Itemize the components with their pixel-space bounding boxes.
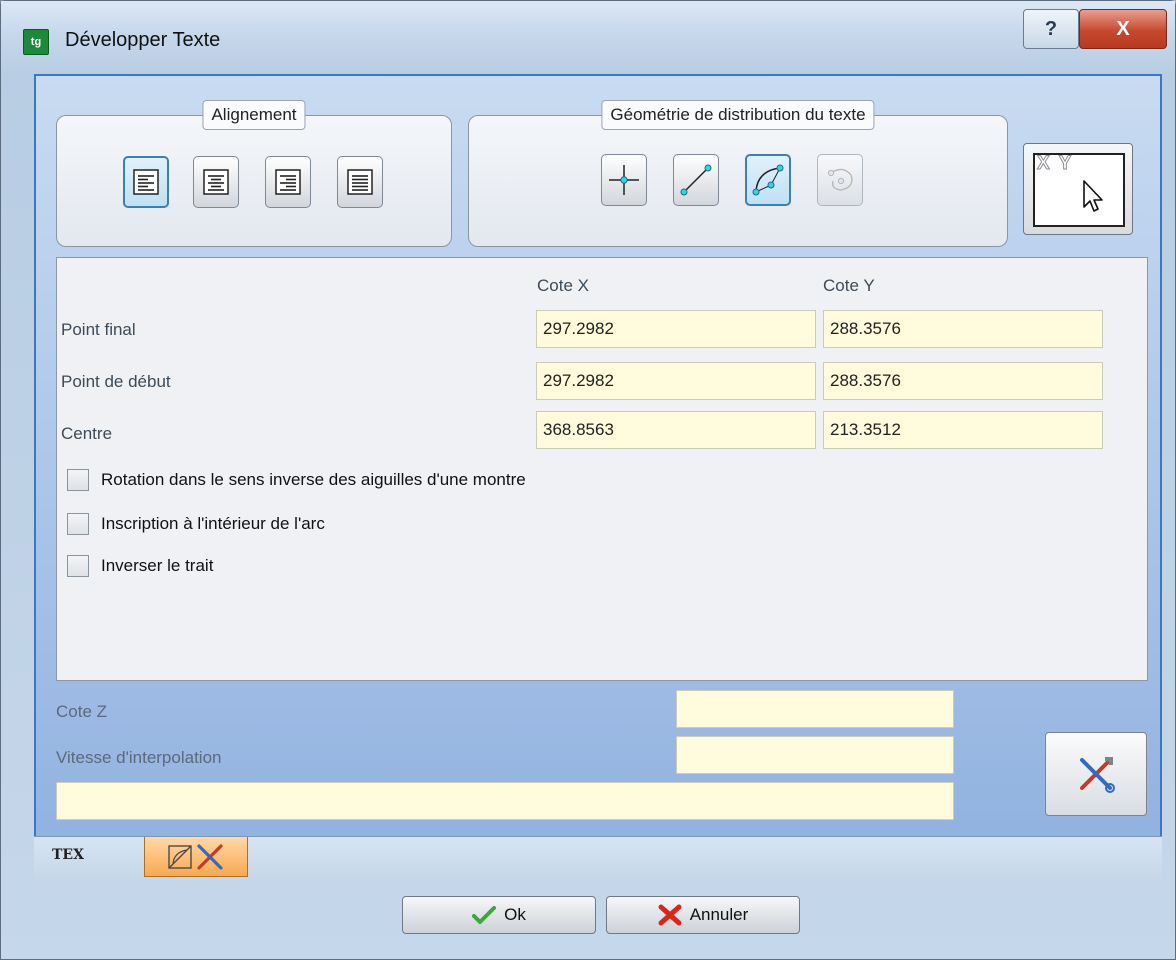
circle-path-icon [827, 168, 853, 191]
dialog-window: tg Développer Texte ? X Alignement Géomé… [0, 0, 1176, 960]
counterclockwise-checkbox[interactable] [67, 469, 89, 491]
align-justify-icon [347, 169, 373, 195]
geometry-point-button[interactable] [601, 154, 647, 206]
line-segment-icon [680, 164, 712, 196]
geometry-group: Géométrie de distribution du texte [468, 100, 1008, 247]
ok-label: Ok [504, 905, 526, 924]
cancel-button[interactable]: Annuler [606, 896, 800, 934]
app-icon: tg [23, 29, 49, 55]
align-right-button[interactable] [265, 156, 311, 208]
title-bar: tg Développer Texte ? X [1, 1, 1175, 75]
interpolation-speed-field[interactable] [676, 736, 954, 774]
mouse-pointer-icon [1083, 180, 1103, 212]
invert-stroke-label: Inverser le trait [101, 556, 214, 575]
tab-tools[interactable] [144, 837, 248, 877]
point-final-x-field[interactable]: 297.2982 [536, 310, 816, 348]
counterclockwise-label: Rotation dans le sens inverse des aiguil… [101, 470, 526, 489]
inside-arc-label: Inscription à l'intérieur de l'arc [101, 514, 325, 533]
align-left-icon [133, 169, 159, 195]
centre-x-field[interactable]: 368.8563 [536, 411, 816, 449]
geometry-line-button[interactable] [673, 154, 719, 206]
geometry-group-title: Géométrie de distribution du texte [601, 100, 875, 130]
tools-button[interactable] [1045, 732, 1147, 816]
tab-bar: TEX [34, 836, 1162, 882]
cancel-label: Annuler [689, 905, 749, 924]
pick-coordinates-button[interactable]: X Y [1023, 143, 1133, 235]
centre-y-field[interactable]: 213.3512 [823, 411, 1103, 449]
align-right-icon [275, 169, 301, 195]
cote-z-label: Cote Z [56, 702, 108, 721]
cote-z-field[interactable] [676, 690, 954, 728]
cancel-x-icon [658, 904, 682, 926]
checkmark-icon [472, 906, 497, 924]
crosshair-point-icon [609, 165, 639, 195]
coordinates-panel: Cote X Cote Y Point final 297.2982 288.3… [56, 257, 1148, 681]
point-debut-x-field[interactable]: 297.2982 [536, 362, 816, 400]
align-center-button[interactable] [193, 156, 239, 208]
align-left-button[interactable] [123, 156, 169, 208]
header-cote-y: Cote Y [823, 276, 875, 295]
extra-field[interactable] [56, 782, 954, 820]
invert-stroke-checkbox[interactable] [67, 555, 89, 577]
align-justify-button[interactable] [337, 156, 383, 208]
tab-text-tex[interactable]: TEX [52, 847, 84, 863]
geometry-tools-icon [168, 843, 223, 870]
point-debut-y-field[interactable]: 288.3576 [823, 362, 1103, 400]
alignment-group: Alignement [56, 100, 452, 247]
point-debut-label: Point de début [61, 372, 171, 391]
window-title: Développer Texte [65, 29, 221, 51]
alignment-group-title: Alignement [202, 100, 306, 130]
dialog-content: Alignement Géométrie de distribution du … [34, 74, 1162, 882]
inside-arc-checkbox[interactable] [67, 513, 89, 535]
tools-icon [1080, 757, 1115, 793]
centre-label: Centre [61, 424, 113, 443]
arc-icon [752, 164, 784, 196]
xy-label: X Y [1036, 153, 1074, 175]
interpolation-speed-label: Vitesse d'interpolation [56, 748, 222, 767]
point-final-y-field[interactable]: 288.3576 [823, 310, 1103, 348]
ok-button[interactable]: Ok [402, 896, 596, 934]
pick-coordinates-frame: X Y [1033, 153, 1125, 227]
close-button[interactable]: X [1079, 9, 1167, 49]
geometry-arc-button[interactable] [745, 154, 791, 206]
help-button[interactable]: ? [1023, 9, 1079, 49]
geometry-circle-button[interactable] [817, 154, 863, 206]
point-final-label: Point final [61, 320, 136, 339]
header-cote-x: Cote X [537, 276, 589, 295]
align-center-icon [203, 169, 229, 195]
